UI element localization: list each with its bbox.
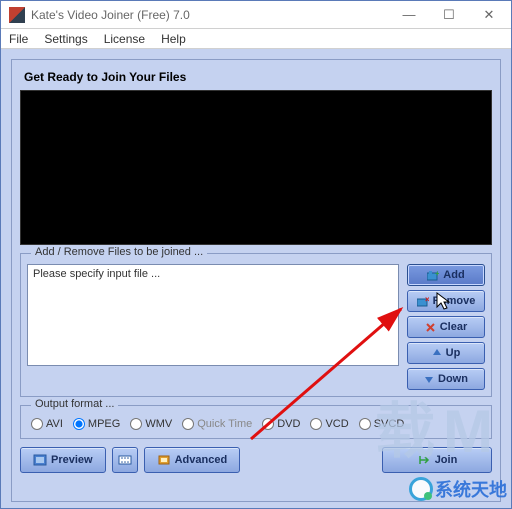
- files-group-title: Add / Remove Files to be joined ...: [31, 246, 207, 258]
- advanced-icon: [157, 454, 171, 466]
- down-icon: [424, 374, 434, 384]
- bottom-toolbar: Preview Advanced Join: [20, 447, 492, 473]
- close-button[interactable]: ✕: [469, 2, 509, 28]
- join-icon: [417, 454, 431, 466]
- svg-text:×: ×: [425, 296, 429, 304]
- advanced-button[interactable]: Advanced: [144, 447, 241, 473]
- format-dvd[interactable]: DVD: [262, 418, 300, 430]
- down-button[interactable]: Down: [407, 368, 485, 390]
- preview-icon: [33, 454, 47, 466]
- add-icon: +: [427, 270, 439, 281]
- menu-settings[interactable]: Settings: [44, 32, 87, 46]
- preview-button[interactable]: Preview: [20, 447, 106, 473]
- remove-icon: ×: [417, 296, 429, 307]
- file-listbox[interactable]: Please specify input file ...: [27, 264, 399, 366]
- format-vcd[interactable]: VCD: [310, 418, 348, 430]
- format-group-title: Output format ...: [31, 398, 118, 410]
- titlebar: Kate's Video Joiner (Free) 7.0 — ☐ ✕: [1, 1, 511, 29]
- app-icon: [9, 7, 25, 23]
- format-mpeg[interactable]: MPEG: [73, 418, 120, 430]
- filmstrip-icon: [118, 454, 132, 466]
- video-preview: [20, 90, 492, 245]
- format-group: Output format ... AVI MPEG WMV Quick Tim…: [20, 405, 492, 439]
- menu-help[interactable]: Help: [161, 32, 186, 46]
- window-title: Kate's Video Joiner (Free) 7.0: [31, 8, 389, 22]
- client-area: Get Ready to Join Your Files Add / Remov…: [1, 49, 511, 508]
- main-panel: Get Ready to Join Your Files Add / Remov…: [11, 59, 501, 502]
- menu-file[interactable]: File: [9, 32, 28, 46]
- file-list-placeholder: Please specify input file ...: [33, 268, 160, 280]
- page-heading: Get Ready to Join Your Files: [20, 68, 492, 90]
- menu-license[interactable]: License: [104, 32, 145, 46]
- clear-button[interactable]: Clear: [407, 316, 485, 338]
- format-wmv[interactable]: WMV: [130, 418, 172, 430]
- app-window: Kate's Video Joiner (Free) 7.0 — ☐ ✕ Fil…: [0, 0, 512, 509]
- svg-text:+: +: [435, 270, 439, 278]
- up-icon: [432, 348, 442, 358]
- clear-icon: [425, 322, 436, 333]
- add-button[interactable]: + Add: [407, 264, 485, 286]
- maximize-button[interactable]: ☐: [429, 2, 469, 28]
- format-avi[interactable]: AVI: [31, 418, 63, 430]
- config-button[interactable]: [112, 447, 138, 473]
- minimize-button[interactable]: —: [389, 2, 429, 28]
- join-button[interactable]: Join: [382, 447, 492, 473]
- up-button[interactable]: Up: [407, 342, 485, 364]
- remove-button[interactable]: × Remove: [407, 290, 485, 312]
- format-quicktime[interactable]: Quick Time: [182, 418, 252, 430]
- format-svcd[interactable]: SVCD: [359, 418, 405, 430]
- files-group: Add / Remove Files to be joined ... Plea…: [20, 253, 492, 397]
- menubar: File Settings License Help: [1, 29, 511, 49]
